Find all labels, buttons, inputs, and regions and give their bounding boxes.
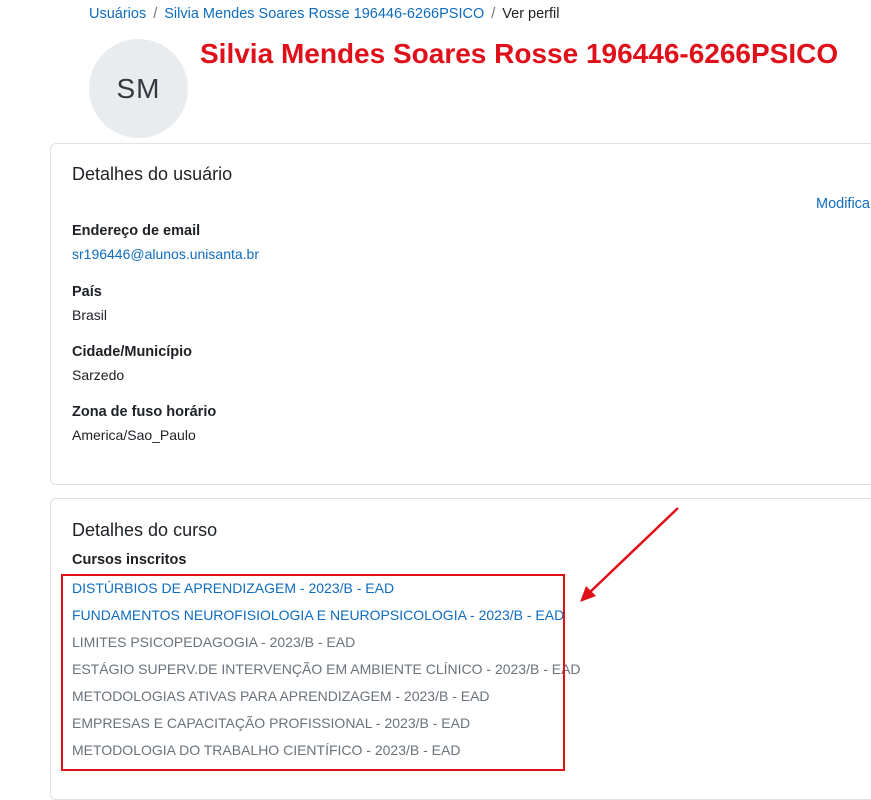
red-annotation-arrow-icon <box>580 507 679 602</box>
